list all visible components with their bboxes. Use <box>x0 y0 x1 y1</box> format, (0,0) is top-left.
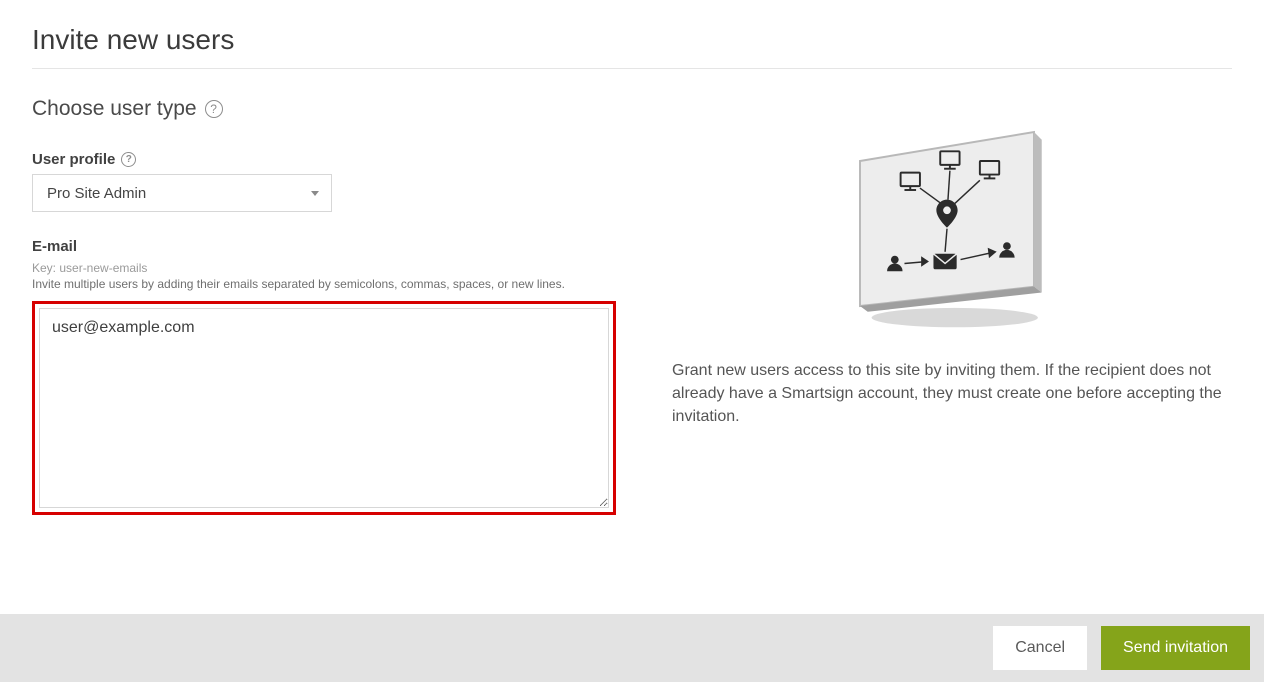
email-label: E-mail <box>32 238 632 255</box>
email-hint: Invite multiple users by adding their em… <box>32 277 632 291</box>
email-textarea[interactable] <box>39 308 609 508</box>
cancel-button[interactable]: Cancel <box>993 626 1087 670</box>
user-profile-select[interactable]: Pro Site Admin <box>32 174 332 212</box>
email-key: Key: user-new-emails <box>32 261 632 275</box>
help-icon[interactable]: ? <box>121 152 136 167</box>
invite-illustration <box>831 103 1063 335</box>
email-label-text: E-mail <box>32 238 77 255</box>
help-icon[interactable]: ? <box>205 100 223 118</box>
section-heading-label: Choose user type <box>32 97 197 121</box>
user-profile-label: User profile ? <box>32 151 632 168</box>
send-invitation-button[interactable]: Send invitation <box>1101 626 1250 670</box>
invite-description: Grant new users access to this site by i… <box>672 359 1222 429</box>
page-title: Invite new users <box>32 24 1232 56</box>
user-profile-value: Pro Site Admin <box>47 185 146 202</box>
divider <box>32 68 1232 69</box>
chevron-down-icon <box>311 191 319 196</box>
form-column: Choose user type ? User profile ? Pro Si… <box>32 97 632 515</box>
user-profile-label-text: User profile <box>32 151 115 168</box>
info-column: Grant new users access to this site by i… <box>672 97 1232 515</box>
footer-bar: Cancel Send invitation <box>0 614 1264 682</box>
email-highlight-frame <box>32 301 616 515</box>
section-heading-user-type: Choose user type ? <box>32 97 632 121</box>
